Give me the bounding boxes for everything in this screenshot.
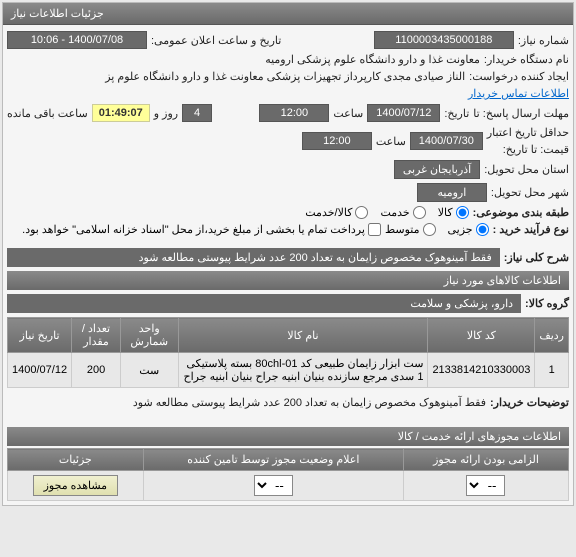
th-date: تاریخ نیاز bbox=[8, 318, 72, 353]
radio-goods-input[interactable] bbox=[456, 206, 469, 219]
permit-mandatory-cell: -- bbox=[403, 471, 568, 501]
desc-label: شرح کلی نیاز: bbox=[504, 251, 569, 264]
radio-service-input[interactable] bbox=[413, 206, 426, 219]
radio-medium[interactable]: متوسط bbox=[385, 223, 436, 236]
radio-goods-label: کالا bbox=[438, 206, 453, 219]
mandatory-select[interactable]: -- bbox=[466, 475, 505, 496]
radio-goods-service[interactable]: کالا/خدمت bbox=[305, 206, 368, 219]
cell-date: 1400/07/12 bbox=[8, 353, 72, 388]
cell-idx: 1 bbox=[535, 353, 569, 388]
radio-service-label: خدمت bbox=[380, 206, 409, 219]
permit-status-cell: -- bbox=[143, 471, 403, 501]
radio-partial[interactable]: جزیی bbox=[448, 223, 489, 236]
group-value: دارو، پزشکی و سلامت bbox=[7, 294, 521, 313]
days-remaining: 4 bbox=[182, 104, 212, 122]
status-select[interactable]: -- bbox=[254, 475, 293, 496]
buytype-radios: جزیی متوسط bbox=[385, 223, 489, 236]
main-panel: جزئیات اطلاعات نیاز شماره نیاز: 11000034… bbox=[2, 2, 574, 506]
radio-partial-input[interactable] bbox=[476, 223, 489, 236]
th-code: کد کالا bbox=[428, 318, 535, 353]
buyer-note-label: توضیحات خریدار: bbox=[490, 396, 569, 409]
time-label-2: ساعت bbox=[376, 135, 406, 148]
deadline-label: مهلت ارسال پاسخ: تا bbox=[473, 107, 569, 120]
requester-value: الناز صیادی مجدی کارپرداز تجهیزات پزشکی … bbox=[105, 70, 465, 83]
req-no-value: 1100003435000188 bbox=[374, 31, 514, 49]
permit-details-cell: مشاهده مجوز bbox=[8, 471, 144, 501]
payment-checkbox-input[interactable] bbox=[368, 223, 381, 236]
buyer-note-value: فقط آمینوهوک مخصوص زایمان به تعداد 200 ع… bbox=[7, 396, 486, 409]
cell-code: 2133814210330003 bbox=[428, 353, 535, 388]
province-value: آذربایجان غربی bbox=[394, 160, 480, 179]
public-date-value: 1400/07/08 - 10:06 bbox=[7, 31, 147, 49]
days-label: روز و bbox=[154, 107, 178, 120]
cell-unit: ست bbox=[120, 353, 178, 388]
th-qty: تعداد / مقدار bbox=[72, 318, 121, 353]
deadline-time: 12:00 bbox=[259, 104, 329, 122]
table-row: 1 2133814210330003 ست ابزار زایمان طبیعی… bbox=[8, 353, 569, 388]
radio-medium-input[interactable] bbox=[423, 223, 436, 236]
countdown-timer: 01:49:07 bbox=[92, 104, 150, 122]
cell-qty: 200 bbox=[72, 353, 121, 388]
buytype-label: نوع فرآیند خرید : bbox=[493, 223, 569, 236]
payment-checkbox[interactable]: پرداخت تمام یا بخشی از مبلغ خرید،از محل … bbox=[22, 223, 381, 236]
payment-note: پرداخت تمام یا بخشی از مبلغ خرید،از محل … bbox=[22, 223, 365, 236]
countdown-label: ساعت باقی مانده bbox=[7, 107, 88, 120]
grouping-radios: کالا خدمت کالا/خدمت bbox=[305, 206, 468, 219]
form-body: شماره نیاز: 1100003435000188 تاریخ و ساع… bbox=[3, 25, 573, 505]
items-table: ردیف کد کالا نام کالا واحد شمارش تعداد /… bbox=[7, 317, 569, 388]
radio-partial-label: جزیی bbox=[448, 223, 473, 236]
buyer-value: معاونت غذا و دارو دانشگاه علوم پزشکی ارو… bbox=[265, 53, 480, 66]
th-status: اعلام وضعیت مجوز توسط تامین کننده bbox=[143, 449, 403, 471]
panel-title: جزئیات اطلاعات نیاز bbox=[3, 3, 573, 25]
th-details: جزئیات bbox=[8, 449, 144, 471]
items-section-title: اطلاعات کالاهای مورد نیاز bbox=[7, 271, 569, 290]
buyer-label: نام دستگاه خریدار: bbox=[484, 53, 569, 66]
city-value: ارومیه bbox=[417, 183, 487, 202]
th-unit: واحد شمارش bbox=[120, 318, 178, 353]
permits-title: اطلاعات مجوزهای ارائه خدمت / کالا bbox=[7, 427, 569, 446]
requester-label: ایجاد کننده درخواست: bbox=[469, 70, 569, 83]
city-label: شهر محل تحویل: bbox=[491, 186, 569, 199]
validity-label: حداقل تاریخ اعتبار bbox=[487, 126, 569, 139]
th-mandatory: الزامی بودن ارائه مجوز bbox=[403, 449, 568, 471]
th-name: نام کالا bbox=[178, 318, 428, 353]
grouping-label: طبقه بندی موضوعی: bbox=[473, 206, 569, 219]
permits-table: الزامی بودن ارائه مجوز اعلام وضعیت مجوز … bbox=[7, 448, 569, 501]
public-date-label: تاریخ و ساعت اعلان عمومی: bbox=[151, 34, 281, 47]
view-permit-button[interactable]: مشاهده مجوز bbox=[33, 475, 118, 496]
radio-gs-input[interactable] bbox=[355, 206, 368, 219]
radio-gs-label: کالا/خدمت bbox=[305, 206, 352, 219]
permit-row: -- -- مشاهده مجوز bbox=[8, 471, 569, 501]
radio-service[interactable]: خدمت bbox=[380, 206, 425, 219]
radio-medium-label: متوسط bbox=[385, 223, 420, 236]
group-label: گروه کالا: bbox=[525, 297, 569, 310]
req-no-label: شماره نیاز: bbox=[518, 34, 569, 47]
radio-goods[interactable]: کالا bbox=[438, 206, 469, 219]
validity-date: 1400/07/30 bbox=[410, 132, 483, 150]
contact-link[interactable]: اطلاعات تماس خریدار bbox=[468, 87, 569, 100]
th-row: ردیف bbox=[535, 318, 569, 353]
cell-name: ست ابزار زایمان طبیعی کد 80chl-01 بسته پ… bbox=[178, 353, 428, 388]
time-label-1: ساعت bbox=[333, 107, 363, 120]
deadline-hist-label: تاریخ: bbox=[444, 107, 469, 120]
province-label: استان محل تحویل: bbox=[484, 163, 569, 176]
deadline-date: 1400/07/12 bbox=[367, 104, 440, 122]
validity-to: قیمت: تا تاریخ: bbox=[503, 143, 569, 156]
validity-time: 12:00 bbox=[302, 132, 372, 150]
desc-value: فقط آمینوهوک مخصوص زایمان به تعداد 200 ع… bbox=[7, 248, 500, 267]
